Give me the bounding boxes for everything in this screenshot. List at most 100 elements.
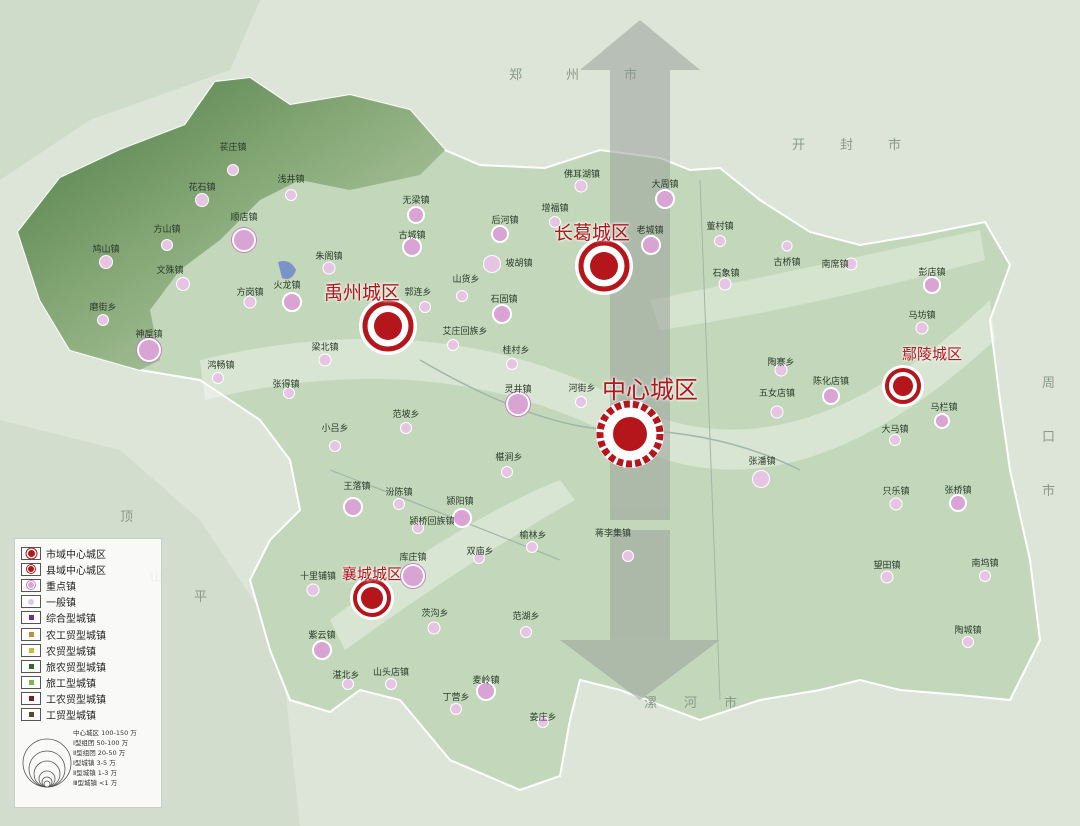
town-label: 颍桥回族镇 <box>409 517 455 527</box>
legend-row: 旅农贸型城镇 <box>15 658 161 674</box>
town-marker <box>506 392 530 416</box>
bg-label: 河 <box>684 696 698 711</box>
town-marker <box>452 508 472 528</box>
town-marker <box>407 206 425 224</box>
town-label: 麦岭镇 <box>472 676 500 686</box>
town-marker <box>574 179 588 193</box>
town-label: 只乐镇 <box>882 487 910 497</box>
town-label: 鸠山镇 <box>92 245 120 255</box>
yuzhou-urban-label: 禹州城区 <box>323 282 401 304</box>
town-marker <box>329 440 341 452</box>
town-label: 艾庄回族乡 <box>442 327 488 337</box>
town-marker <box>915 321 929 335</box>
legend-label: 旅农贸型城镇 <box>46 662 106 674</box>
bg-label: 平 <box>194 590 208 605</box>
scale-label: Ⅱ型城镇 1-3 万 <box>73 769 117 778</box>
town-label: 蒋李集镇 <box>594 529 632 539</box>
town-label: 五女店镇 <box>758 389 796 399</box>
bg-label: 郑 <box>509 68 523 83</box>
town-label: 茨沟乡 <box>421 609 449 619</box>
legend-row: 一般镇 <box>15 594 161 610</box>
town-label: 桂村乡 <box>502 346 530 356</box>
town-marker <box>312 640 332 660</box>
town-label: 石象镇 <box>712 269 740 279</box>
town-marker <box>889 497 903 511</box>
tourism-industry-symbol <box>21 676 41 690</box>
town-marker <box>176 277 190 291</box>
town-marker <box>401 564 425 588</box>
town-label: 彭店镇 <box>918 268 946 278</box>
town-label: 佛耳湖镇 <box>563 170 601 180</box>
town-label: 方山镇 <box>153 225 181 235</box>
industry-agri-trade-symbol <box>21 692 41 706</box>
map-base <box>0 0 1080 826</box>
legend-row: 市域中心城区 <box>15 545 161 561</box>
town-label: 张桥镇 <box>944 486 972 496</box>
town-label: 大马镇 <box>881 425 909 435</box>
legend-row: 农工贸型城镇 <box>15 626 161 642</box>
town-label: 库庄镇 <box>399 553 427 563</box>
legend-label: 重点镇 <box>46 581 76 593</box>
town-marker <box>212 372 224 384</box>
town-label: 马坊镇 <box>908 311 936 321</box>
town-marker <box>400 422 412 434</box>
legend-row: 旅工型城镇 <box>15 675 161 691</box>
legend-label: 县域中心城区 <box>46 565 106 577</box>
town-marker <box>880 570 894 584</box>
yanling-urban-label: 鄢陵城区 <box>901 345 963 363</box>
town-label: 无梁镇 <box>402 196 430 206</box>
town-marker <box>549 216 561 228</box>
town-marker <box>419 301 431 313</box>
town-label: 小吕乡 <box>321 424 349 434</box>
town-label: 榆林乡 <box>519 531 547 541</box>
town-label: 磨街乡 <box>89 303 117 313</box>
town-label: 苌庄镇 <box>219 143 247 153</box>
town-label: 张得镇 <box>272 380 300 390</box>
town-label: 十里铺镇 <box>299 572 337 582</box>
bg-label: 市 <box>624 68 638 83</box>
town-marker <box>822 387 840 405</box>
town-marker <box>655 189 675 209</box>
town-marker <box>318 353 332 367</box>
bg-label: 州 <box>566 68 580 83</box>
town-marker <box>575 396 587 408</box>
town-marker <box>718 277 732 291</box>
town-label: 紫云镇 <box>308 631 336 641</box>
town-label: 陶寨乡 <box>767 358 795 368</box>
town-label: 方岗镇 <box>236 288 264 298</box>
town-label: 郭连乡 <box>404 288 432 298</box>
legend-label: 工农贸型城镇 <box>46 695 106 707</box>
town-marker <box>781 240 793 252</box>
town-label: 灵井镇 <box>504 385 532 395</box>
map-legend: 市域中心城区 县域中心城区 重点镇 一般镇 综合型城镇 农工贸型城镇 农贸型城镇… <box>14 538 162 808</box>
changge-urban-label: 长葛城区 <box>553 222 631 244</box>
town-label: 山头店镇 <box>372 668 410 678</box>
town-marker <box>447 339 459 351</box>
bg-label: 漯 <box>644 696 658 711</box>
town-label: 古城镇 <box>398 231 426 241</box>
legend-label: 旅工型城镇 <box>46 679 96 691</box>
town-marker <box>622 550 634 562</box>
town-label: 河街乡 <box>568 384 596 394</box>
county-urban-marker <box>575 237 633 295</box>
town-label: 陶城镇 <box>954 626 982 636</box>
town-marker <box>282 292 302 312</box>
town-label: 梁北镇 <box>311 343 339 353</box>
legend-row: 农贸型城镇 <box>15 642 161 658</box>
town-label: 古桥镇 <box>773 258 801 268</box>
town-marker <box>714 235 726 247</box>
town-marker <box>483 255 501 273</box>
town-marker <box>501 466 513 478</box>
town-label: 湛北乡 <box>332 671 360 681</box>
town-label: 陈化店镇 <box>812 377 850 387</box>
town-label: 神垕镇 <box>135 330 163 340</box>
bg-label: 市 <box>1042 484 1056 499</box>
town-marker <box>232 228 256 252</box>
legend-row: 重点镇 <box>15 577 161 593</box>
county-urban-marker <box>359 297 417 355</box>
central-urban-label: 中心城区 <box>602 376 698 404</box>
town-marker <box>889 434 901 446</box>
town-label: 颍阳镇 <box>446 497 474 507</box>
legend-row: 综合型城镇 <box>15 610 161 626</box>
town-label: 花石镇 <box>188 183 216 193</box>
